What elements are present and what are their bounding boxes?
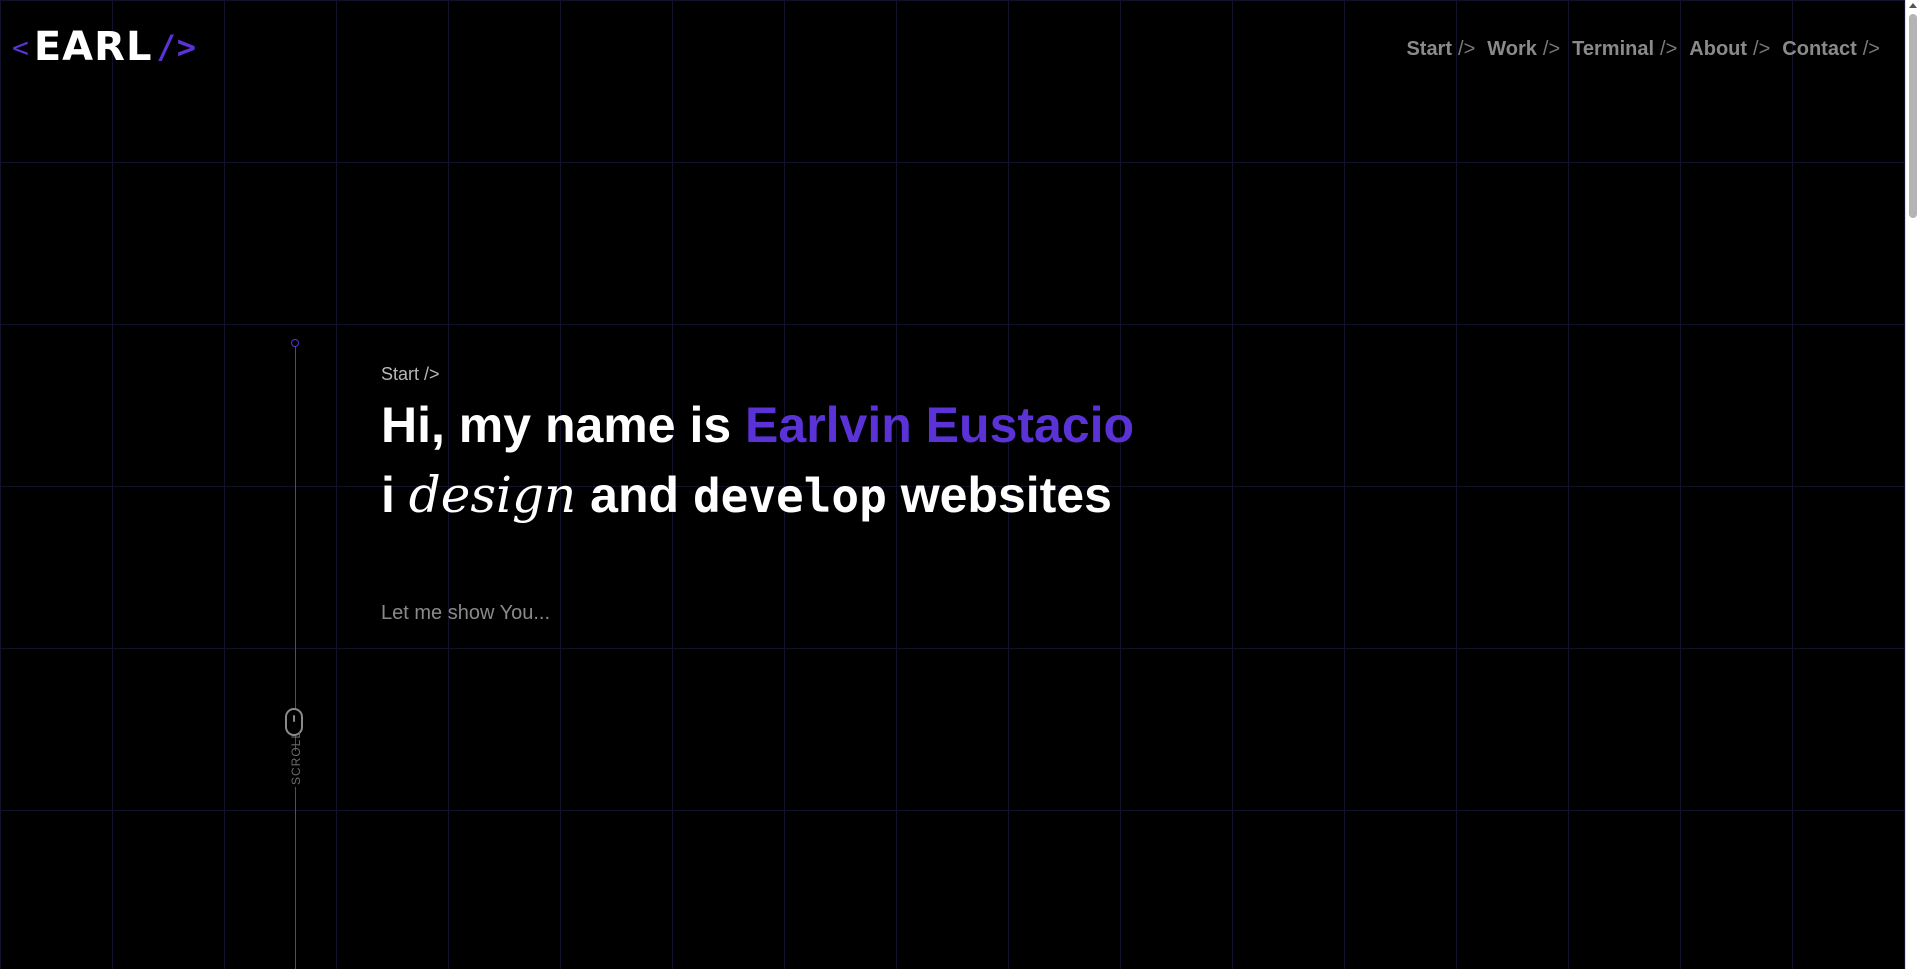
page-scrollbar[interactable] [1905, 0, 1920, 969]
hero-websites: websites [886, 467, 1112, 523]
nav-item-label: Terminal [1572, 38, 1655, 60]
section-breadcrumb: Start /> [381, 364, 440, 384]
scroll-track-line [295, 344, 296, 969]
logo[interactable]: < EARL /> [12, 24, 197, 70]
logo-close: /> [156, 28, 197, 66]
nav-item-suffix: /> [1458, 38, 1476, 60]
scrollbar-thumb[interactable] [1909, 14, 1917, 218]
nav-item-label: Contact [1782, 38, 1857, 60]
nav-item-about[interactable]: About /> [1689, 38, 1770, 61]
nav-item-label: About [1689, 38, 1748, 60]
scroll-label: SCROLL [289, 730, 303, 787]
nav-item-suffix: /> [1753, 38, 1771, 60]
nav-item-contact[interactable]: Contact /> [1782, 38, 1880, 61]
page: < EARL /> Start /> Work /> Terminal /> A… [0, 0, 1920, 969]
nav-item-start[interactable]: Start /> [1406, 38, 1475, 61]
hero-design: design [408, 466, 577, 524]
main-nav: Start /> Work /> Terminal /> About /> Co… [1406, 38, 1880, 61]
nav-item-suffix: /> [1542, 38, 1561, 60]
nav-item-label: Work [1487, 38, 1537, 60]
scroll-track-dot [291, 339, 299, 347]
nav-item-label: Start [1406, 38, 1453, 60]
nav-item-terminal[interactable]: Terminal /> [1572, 38, 1677, 61]
logo-open-bracket: < [12, 30, 30, 64]
nav-item-suffix: /> [1660, 38, 1678, 60]
nav-item-suffix: /> [1862, 38, 1880, 60]
hero-heading-line1: Hi, my name is Earlvin Eustacio [381, 396, 1134, 454]
nav-item-work[interactable]: Work /> [1487, 38, 1560, 61]
hero-subtext: Let me show You... [381, 602, 551, 624]
hero-intro: Hi, my name is [381, 397, 746, 453]
hero-i: i [381, 467, 409, 523]
hero-heading-line2: i design and develop websites [381, 466, 1112, 524]
hero-name: Earlvin Eustacio [745, 397, 1135, 453]
logo-word: EARL [33, 24, 153, 70]
hero-develop: develop [692, 469, 887, 523]
scroll-up-arrow-icon[interactable] [1909, 3, 1917, 8]
hero-and: and [576, 467, 693, 523]
